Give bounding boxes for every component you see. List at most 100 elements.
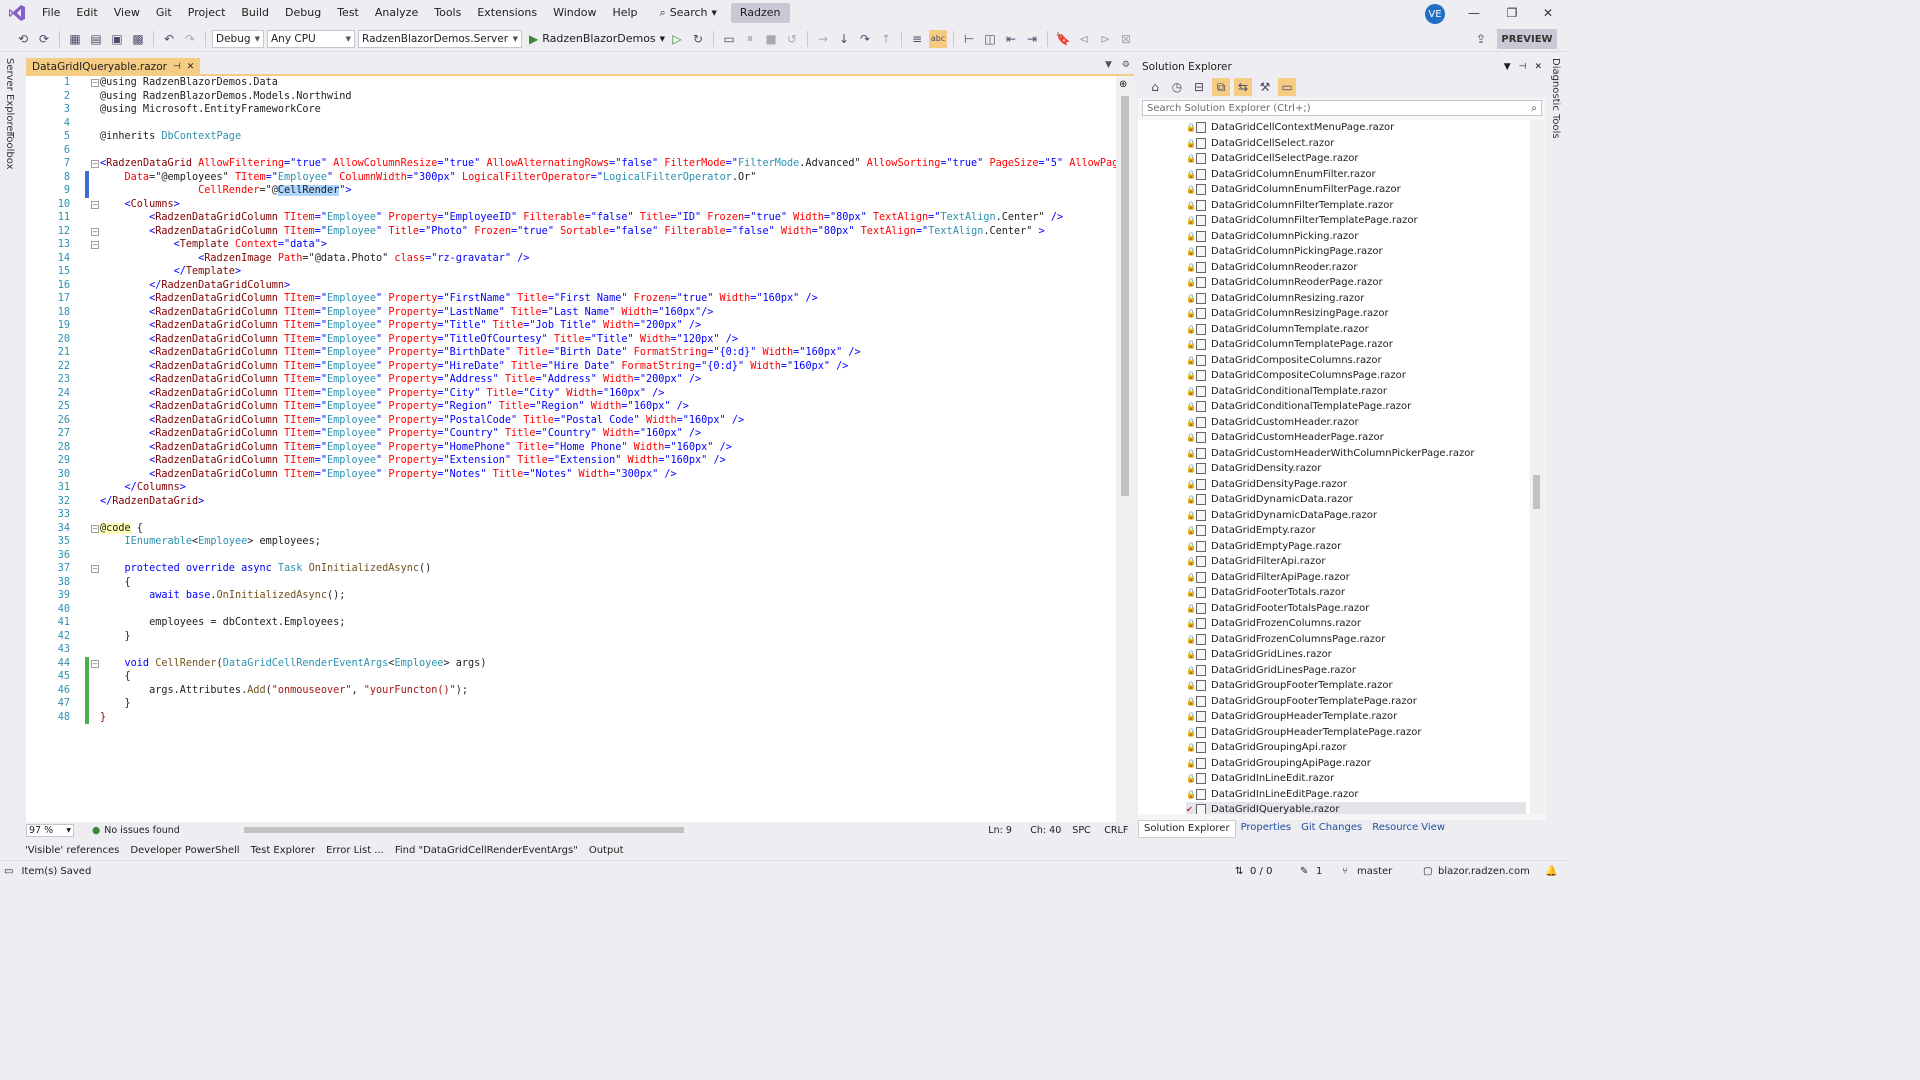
solution-file-item[interactable]: 🔒 DataGridCellSelectPage.razor — [1186, 151, 1359, 167]
step-over-icon[interactable]: ↷ — [856, 30, 874, 48]
indent-icon[interactable]: ⇥ — [1023, 30, 1041, 48]
whitespace-indicator[interactable]: SPC — [1072, 825, 1104, 836]
hot-reload-icon[interactable]: ↻ — [689, 30, 707, 48]
code-line[interactable]: <RadzenDataGridColumn TItem="Employee" P… — [100, 292, 818, 306]
solution-file-item[interactable]: 🔒 DataGridConditionalTemplatePage.razor — [1186, 399, 1411, 415]
repository-name[interactable]: blazor.radzen.com — [1438, 866, 1530, 877]
code-line[interactable]: </Columns> — [100, 481, 186, 495]
tab-properties[interactable]: Properties — [1236, 820, 1297, 838]
solution-file-item[interactable]: 🔒 DataGridGridLines.razor — [1186, 647, 1332, 663]
horizontal-scroll-thumb[interactable] — [244, 827, 685, 833]
branch-icon[interactable]: ⑂ — [1342, 866, 1348, 877]
solution-file-item[interactable]: 🔒 DataGridEmpty.razor — [1186, 523, 1316, 539]
menu-window[interactable]: Window — [545, 0, 604, 26]
solution-file-item[interactable]: 🔒 DataGridCompositeColumns.razor — [1186, 353, 1382, 369]
settings-gear-icon[interactable]: ⚙ — [1122, 60, 1130, 70]
new-project-icon[interactable]: ▦ — [66, 30, 84, 48]
redo-icon[interactable]: ↷ — [181, 30, 199, 48]
fold-toggle-icon[interactable]: − — [91, 227, 99, 236]
solution-file-item[interactable]: 🔒 DataGridGroupingApiPage.razor — [1186, 756, 1371, 772]
code-line[interactable]: CellRender="@CellRender"> — [100, 184, 352, 198]
find-results-tab[interactable]: Find "DataGridCellRenderEventArgs" — [392, 845, 581, 856]
sync-count[interactable]: 0 / 0 — [1250, 866, 1272, 877]
code-line[interactable]: <RadzenDataGridColumn TItem="Employee" P… — [100, 454, 726, 468]
properties-wrench-icon[interactable]: ⚒ — [1256, 78, 1274, 96]
avatar[interactable]: VE — [1425, 4, 1445, 24]
breakpoint-icon[interactable]: ⊢ — [960, 30, 978, 48]
visible-references-tab[interactable]: 'Visible' references — [22, 845, 122, 856]
solution-explorer-scroll-thumb[interactable] — [1533, 475, 1540, 509]
solution-file-item[interactable]: 🔒 DataGridGroupingApi.razor — [1186, 740, 1347, 756]
solution-file-item[interactable]: 🔒 DataGridColumnReoderPage.razor — [1186, 275, 1383, 291]
menu-project[interactable]: Project — [180, 0, 234, 26]
solution-explorer-search-input[interactable]: Search Solution Explorer (Ctrl+;) ⌕ — [1142, 100, 1542, 116]
code-line[interactable]: Data="@employees" TItem="Employee" Colum… — [100, 171, 757, 185]
solution-explorer-scrollbar[interactable] — [1530, 120, 1544, 814]
code-line[interactable]: { — [100, 670, 131, 684]
code-editor[interactable]: 1−2 3 4 5 6 7−8 9 10−11 12−13−14 15 16 17 18 19 20 21 22… — [26, 76, 1134, 822]
output-tab[interactable]: Output — [586, 845, 627, 856]
menu-git[interactable]: Git — [148, 0, 180, 26]
solution-file-item[interactable]: 🔒 DataGridColumnResizing.razor — [1186, 291, 1364, 307]
tab-git-changes[interactable]: Git Changes — [1296, 820, 1367, 838]
code-line[interactable]: </Template> — [100, 265, 242, 279]
solution-file-item[interactable]: 🔒 DataGridColumnReoder.razor — [1186, 260, 1358, 276]
pending-changes-count[interactable]: 1 — [1316, 866, 1322, 877]
menu-build[interactable]: Build — [233, 0, 277, 26]
menu-view[interactable]: View — [106, 0, 148, 26]
code-line[interactable]: @inherits DbContextPage — [100, 130, 241, 144]
column-indicator[interactable]: Ch: 40 — [1030, 825, 1072, 836]
window-position-icon[interactable]: ▼ — [1504, 62, 1511, 72]
solution-file-item[interactable]: 🔒 DataGridEmptyPage.razor — [1186, 539, 1341, 555]
document-tab[interactable]: DataGridIQueryable.razor ⊣ ✕ — [26, 58, 201, 76]
code-line[interactable]: </RadzenDataGrid> — [100, 495, 204, 509]
split-editor-icon[interactable]: ⊕ — [1119, 79, 1127, 90]
step-out-icon[interactable]: ↑ — [877, 30, 895, 48]
solution-file-item[interactable]: 🔒 DataGridGroupFooterTemplatePage.razor — [1186, 694, 1417, 710]
code-line[interactable]: <RadzenDataGridColumn TItem="Employee" P… — [100, 319, 701, 333]
solution-file-item[interactable]: 🔒 DataGridCustomHeaderWithColumnPickerPag… — [1186, 446, 1474, 462]
collapse-all-icon[interactable]: ⊟ — [1190, 78, 1208, 96]
solution-file-item[interactable]: 🔒 DataGridFooterTotals.razor — [1186, 585, 1345, 601]
solution-file-item[interactable]: 🔒 DataGridCellSelect.razor — [1186, 136, 1334, 152]
server-explorer-tab[interactable]: Server Explorer — [4, 58, 15, 136]
code-line[interactable]: <RadzenDataGridColumn TItem="Employee" P… — [100, 400, 689, 414]
code-line[interactable]: <RadzenDataGridColumn TItem="Employee" P… — [100, 387, 664, 401]
start-without-debugging-icon[interactable]: ▷ — [668, 30, 686, 48]
solution-file-item[interactable]: ✔ DataGridIQueryable.razor — [1186, 802, 1526, 814]
code-line[interactable]: <RadzenDataGridColumn TItem="Employee" P… — [100, 427, 701, 441]
menu-edit[interactable]: Edit — [68, 0, 105, 26]
notifications-icon[interactable]: 🔔 — [1545, 866, 1557, 877]
solution-file-item[interactable]: 🔒 DataGridCompositeColumnsPage.razor — [1186, 368, 1406, 384]
solution-platform-select[interactable]: Any CPU ▼ — [267, 29, 355, 48]
code-line[interactable]: { — [100, 576, 131, 590]
preview-selected-icon[interactable]: ▭ — [1278, 78, 1296, 96]
line-indicator[interactable]: Ln: 9 — [988, 825, 1030, 836]
code-line[interactable]: <RadzenImage Path="@data.Photo" class="r… — [100, 252, 529, 266]
code-line[interactable]: } — [100, 697, 131, 711]
switch-views-icon[interactable]: ⌂ — [1146, 78, 1164, 96]
code-line[interactable]: IEnumerable<Employee> employees; — [100, 535, 321, 549]
code-line[interactable]: } — [100, 630, 131, 644]
restart-icon[interactable]: ↺ — [783, 30, 801, 48]
zoom-select[interactable]: 97 % ▼ — [26, 823, 74, 837]
close-icon[interactable]: ✕ — [1534, 62, 1542, 72]
sync-with-document-icon[interactable]: ⇆ — [1234, 78, 1252, 96]
fold-toggle-icon[interactable]: − — [91, 659, 99, 668]
save-icon[interactable]: ▣ — [108, 30, 126, 48]
code-area[interactable]: @using RadzenBlazorDemos.Data @using Radz… — [100, 76, 1116, 822]
code-line[interactable]: <RadzenDataGridColumn TItem="Employee" P… — [100, 373, 701, 387]
solution-file-item[interactable]: 🔒 DataGridColumnEnumFilter.razor — [1186, 167, 1376, 183]
code-line[interactable]: <RadzenDataGridColumn TItem="Employee" P… — [100, 333, 738, 347]
code-line[interactable]: employees = dbContext.Employees; — [100, 616, 345, 630]
solution-file-item[interactable]: 🔒 DataGridCellContextMenuPage.razor — [1186, 120, 1394, 136]
solution-file-item[interactable]: 🔒 DataGridDynamicData.razor — [1186, 492, 1353, 508]
step-into-icon[interactable]: ↓ — [835, 30, 853, 48]
tab-resource-view[interactable]: Resource View — [1367, 820, 1450, 838]
solution-file-item[interactable]: 🔒 DataGridInLineEdit.razor — [1186, 771, 1334, 787]
bookmark-icon[interactable]: 🔖 — [1054, 30, 1072, 48]
fold-toggle-icon[interactable]: − — [91, 79, 99, 87]
fold-toggle-icon[interactable]: − — [91, 524, 99, 533]
pause-icon[interactable]: ⏸ — [741, 30, 759, 48]
editor-scroll-thumb[interactable] — [1121, 96, 1129, 496]
